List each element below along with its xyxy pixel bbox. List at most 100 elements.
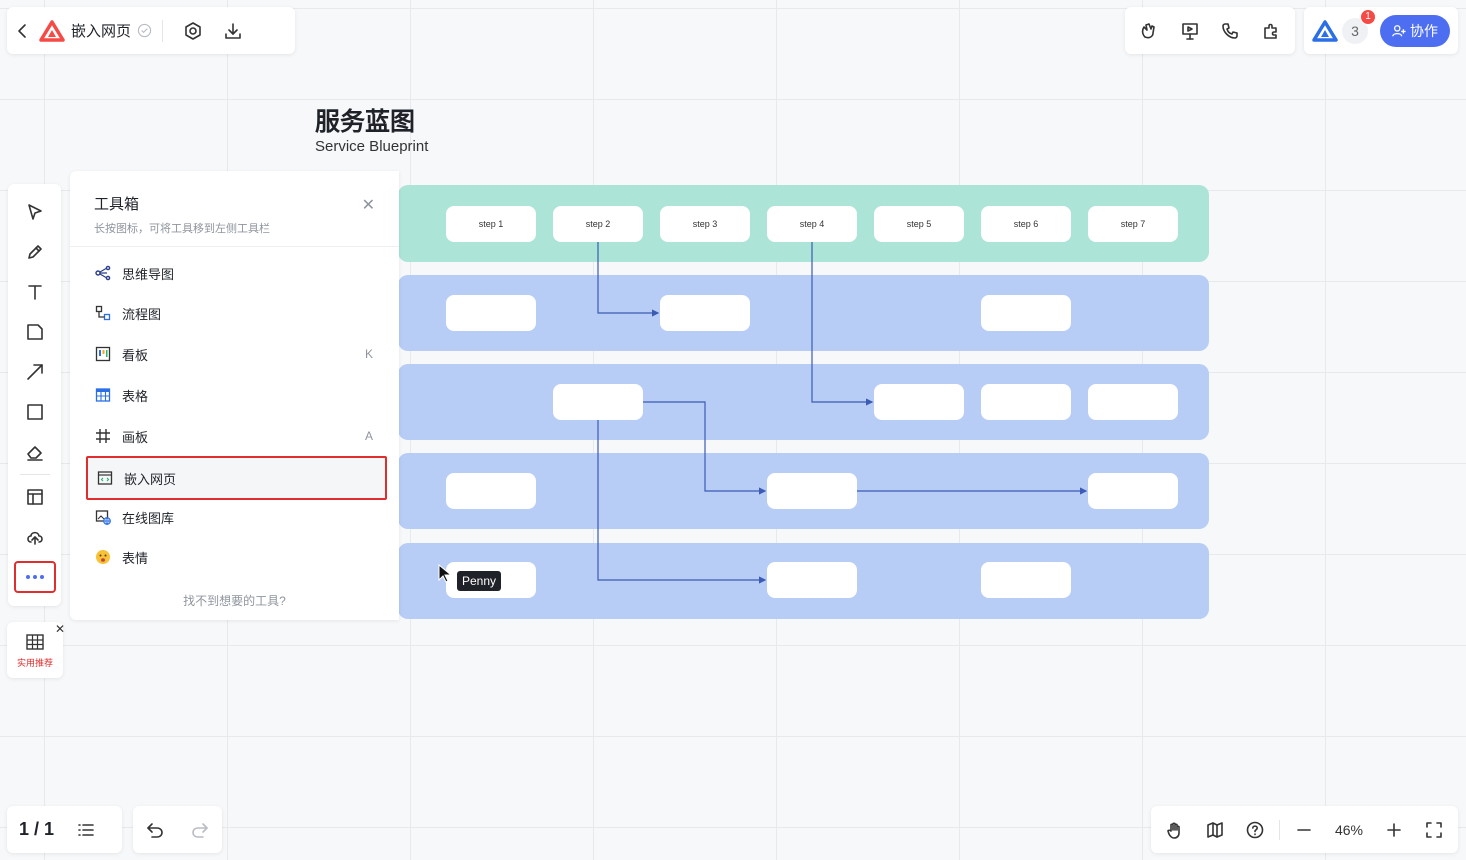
tool-label: 表格 (122, 388, 149, 404)
tool-online-gallery[interactable]: 在线图库 (86, 497, 387, 537)
fullscreen-icon[interactable] (1414, 810, 1454, 850)
tool-table[interactable]: 表格 (86, 375, 387, 415)
step-label: step 4 (799, 219, 825, 229)
blueprint-card[interactable] (446, 473, 536, 509)
top-left-bar: 嵌入网页 (7, 7, 295, 54)
close-icon[interactable]: ✕ (362, 195, 375, 215)
user-add-icon (1392, 24, 1406, 36)
online-count-text: 3 (1351, 22, 1359, 39)
step-label: step 2 (585, 219, 611, 229)
rectangle-icon[interactable] (15, 392, 55, 432)
mindmap-icon (94, 264, 112, 282)
tool-embed-webpage[interactable]: 嵌入网页 (86, 456, 387, 500)
undo-icon[interactable] (137, 810, 173, 850)
step-label: step 6 (1013, 219, 1039, 229)
step-label: step 3 (692, 219, 718, 229)
tool-kanban[interactable]: 看板 K (86, 334, 387, 374)
tool-mindmap[interactable]: 思维导图 (86, 253, 387, 293)
shortcut-key: K (364, 347, 373, 361)
tool-artboard[interactable]: 画板 A (86, 416, 387, 456)
help-icon[interactable] (1235, 810, 1275, 850)
page-indicator[interactable]: 1 / 1 (19, 819, 54, 840)
blueprint-card[interactable] (981, 562, 1071, 598)
select-cursor-icon[interactable] (15, 192, 55, 232)
blueprint-card[interactable] (446, 295, 536, 331)
blueprint-card[interactable] (1088, 473, 1178, 509)
settings-icon[interactable] (173, 11, 213, 51)
toolbox-hint: 长按图标，可将工具移到左侧工具栏 (94, 223, 270, 235)
zoom-level[interactable]: 46% (1324, 822, 1374, 838)
back-icon[interactable] (7, 11, 39, 51)
arrow-connector-icon[interactable] (15, 352, 55, 392)
artboard-icon (94, 427, 112, 445)
step-card[interactable]: step 7 (1088, 206, 1178, 242)
pen-icon[interactable] (15, 232, 55, 272)
tool-label: 表情 (122, 550, 149, 566)
close-icon[interactable]: ✕ (55, 622, 65, 636)
step-card[interactable]: step 6 (981, 206, 1071, 242)
collab-panel: 3 1 协作 (1304, 7, 1458, 54)
blueprint-card[interactable] (660, 295, 750, 331)
hand-pan-icon[interactable] (1155, 810, 1195, 850)
eraser-icon[interactable] (15, 432, 55, 472)
blueprint-card[interactable] (874, 384, 964, 420)
minimap-icon[interactable] (1195, 810, 1235, 850)
step-card[interactable]: step 5 (874, 206, 964, 242)
blueprint-card[interactable] (981, 384, 1071, 420)
more-dot (39, 575, 44, 579)
more-dot (25, 575, 30, 579)
text-icon[interactable] (15, 272, 55, 312)
more-tools-button[interactable] (13, 561, 56, 593)
template-icon[interactable] (15, 477, 55, 517)
step-label: step 5 (906, 219, 932, 229)
step-card[interactable]: step 1 (446, 206, 536, 242)
kanban-icon (94, 345, 112, 363)
presentation-icon[interactable] (1170, 11, 1210, 51)
blueprint-card[interactable] (767, 562, 857, 598)
phone-icon[interactable] (1210, 11, 1250, 51)
step-card[interactable]: step 4 (767, 206, 857, 242)
blueprint-card[interactable] (767, 473, 857, 509)
upload-cloud-icon[interactable] (15, 517, 55, 557)
page-panel: 1 / 1 (7, 806, 122, 853)
zoom-out-icon[interactable] (1284, 810, 1324, 850)
doc-title[interactable]: 嵌入网页 (71, 20, 131, 41)
toolbox-popup: 工具箱 长按图标，可将工具移到左侧工具栏 ✕ 思维导图 流程图 看板 K 表格 … (70, 171, 399, 620)
more-dot (32, 575, 37, 579)
remote-cursor-label: Penny (457, 571, 502, 591)
board-title[interactable]: 服务蓝图 (315, 102, 415, 138)
recommend-card[interactable]: ✕ 实用推荐 (7, 622, 65, 678)
tool-label: 思维导图 (122, 266, 175, 282)
collab-button[interactable]: 协作 (1380, 14, 1450, 47)
left-toolbar (8, 184, 61, 606)
divider (1279, 819, 1280, 840)
online-count[interactable]: 3 1 (1342, 8, 1376, 44)
tool-label: 在线图库 (122, 510, 175, 526)
board-subtitle[interactable]: Service Blueprint (315, 138, 428, 155)
divider (162, 19, 164, 42)
toolbox-header: 工具箱 长按图标，可将工具移到左侧工具栏 ✕ (70, 171, 399, 247)
blueprint-card[interactable] (553, 384, 643, 420)
remote-cursor-icon (438, 564, 453, 583)
redo-icon[interactable] (182, 810, 218, 850)
blueprint-card[interactable] (981, 295, 1071, 331)
wave-hand-icon[interactable] (1129, 11, 1169, 51)
plugin-icon[interactable] (1251, 11, 1291, 51)
toolbox-title: 工具箱 (94, 196, 140, 213)
tool-label: 流程图 (122, 306, 162, 322)
download-icon[interactable] (213, 11, 253, 51)
saved-check-icon (137, 23, 152, 38)
blueprint-card[interactable] (1088, 384, 1178, 420)
step-label: step 7 (1120, 219, 1146, 229)
page-list-icon[interactable] (72, 810, 100, 850)
tool-emoji[interactable]: 表情 (86, 537, 387, 577)
shortcut-key: A (364, 429, 373, 443)
sticky-note-icon[interactable] (15, 312, 55, 352)
step-card[interactable]: step 3 (660, 206, 750, 242)
collaborator-avatar-icon[interactable] (1312, 19, 1338, 42)
toolbox-footer-link[interactable]: 找不到想要的工具? (70, 592, 399, 609)
step-card[interactable]: step 2 (553, 206, 643, 242)
tool-flowchart[interactable]: 流程图 (86, 293, 387, 333)
notification-badge: 1 (1360, 8, 1376, 25)
zoom-in-icon[interactable] (1374, 810, 1414, 850)
